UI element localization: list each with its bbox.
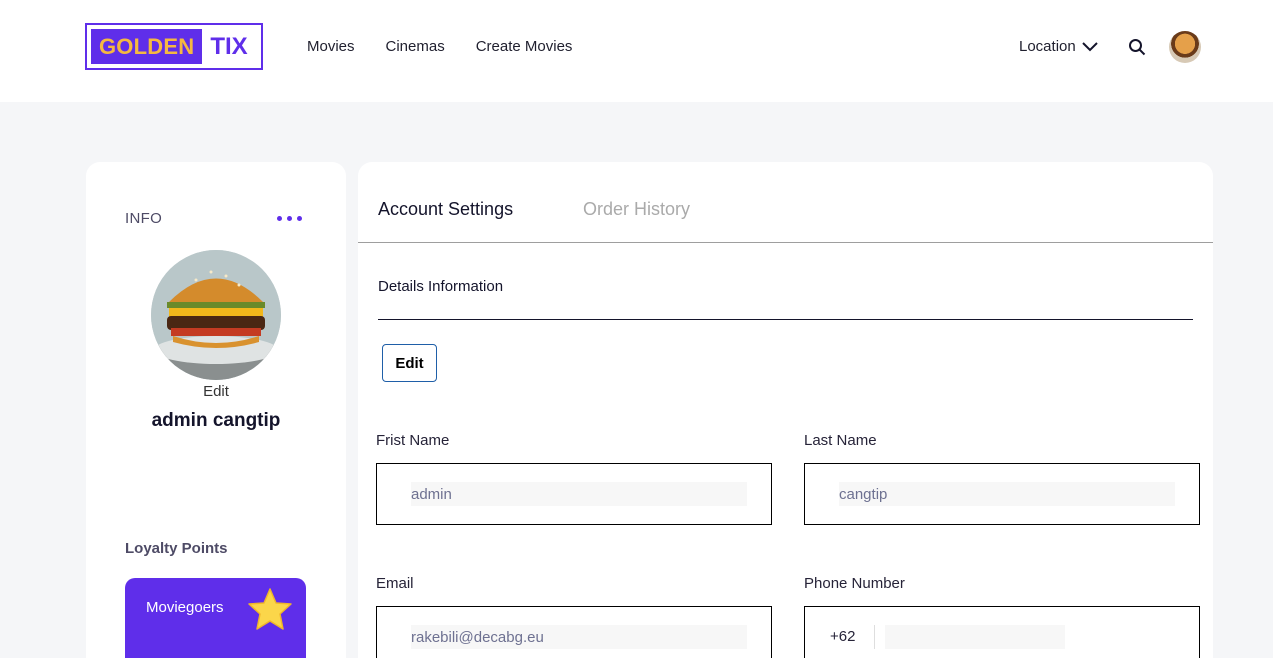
loyalty-tier: Moviegoers [146, 599, 224, 616]
location-dropdown[interactable]: Location [1019, 38, 1098, 55]
more-dots-icon[interactable] [277, 216, 302, 221]
first-name-field [376, 463, 772, 525]
last-name-label: Last Name [804, 432, 877, 449]
info-heading: INFO [125, 210, 163, 227]
loyalty-card: Moviegoers [125, 578, 306, 658]
nav-movies[interactable]: Movies [307, 38, 355, 55]
loyalty-heading: Loyalty Points [125, 540, 228, 557]
top-navbar: GOLDEN TIX Movies Cinemas Create Movies … [0, 0, 1273, 102]
phone-country-code[interactable]: +62 [830, 628, 855, 645]
last-name-field [804, 463, 1200, 525]
tab-account-settings[interactable]: Account Settings [378, 199, 513, 220]
star-icon [248, 588, 292, 630]
last-name-input[interactable] [839, 482, 1175, 506]
phone-input[interactable] [885, 625, 1065, 649]
phone-separator [874, 625, 875, 649]
details-information-title: Details Information [378, 278, 504, 295]
email-field [376, 606, 772, 658]
settings-tabs: Account Settings Order History [358, 162, 1213, 243]
profile-name: admin cangtip [151, 410, 281, 431]
account-settings-card: Account Settings Order History Details I… [358, 162, 1213, 658]
logo-golden-text: GOLDEN [91, 29, 203, 64]
brand-logo[interactable]: GOLDEN TIX [85, 23, 263, 70]
profile-photo [151, 250, 281, 380]
tab-order-history[interactable]: Order History [583, 199, 690, 220]
logo-tix-text: TIX [210, 32, 248, 60]
main-nav: Movies Cinemas Create Movies [307, 38, 572, 55]
profile-info-card: INFO Edit admin cangtip Loyalty Points M… [86, 162, 346, 658]
first-name-input[interactable] [411, 482, 747, 506]
edit-photo-link[interactable]: Edit [86, 383, 346, 400]
first-name-label: Frist Name [376, 432, 450, 449]
email-input[interactable] [411, 625, 747, 649]
email-label: Email [376, 575, 414, 592]
edit-button[interactable]: Edit [382, 344, 437, 382]
location-label: Location [1019, 38, 1076, 55]
user-avatar[interactable] [1169, 31, 1201, 63]
phone-field: +62 [804, 606, 1200, 658]
nav-create-movies[interactable]: Create Movies [476, 38, 573, 55]
nav-cinemas[interactable]: Cinemas [386, 38, 445, 55]
section-divider [378, 319, 1193, 320]
search-icon[interactable] [1128, 38, 1146, 56]
phone-label: Phone Number [804, 575, 905, 592]
chevron-down-icon [1082, 41, 1098, 51]
